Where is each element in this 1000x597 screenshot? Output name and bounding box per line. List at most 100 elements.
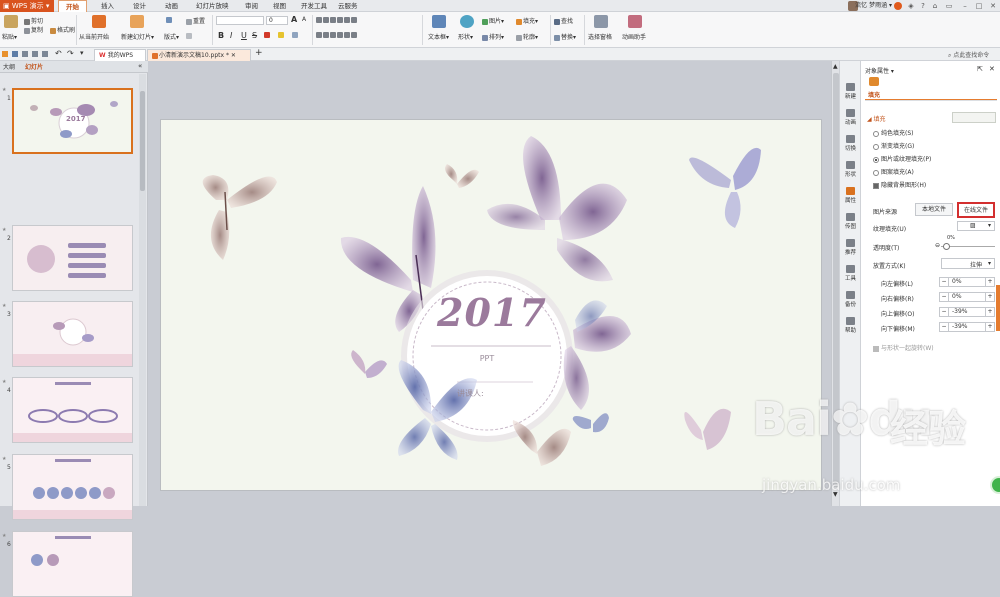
- rotate-with-shape-checkbox[interactable]: 与形状一起旋转(W): [873, 343, 934, 352]
- strip-animation[interactable]: 动画: [840, 109, 861, 126]
- radio-pattern[interactable]: [873, 169, 879, 176]
- strip-shape[interactable]: 形状: [840, 161, 861, 178]
- minimize-icon[interactable]: –: [960, 1, 970, 11]
- hide-bg-checkbox[interactable]: 隐藏背景图形(H): [873, 180, 926, 189]
- tab-outline[interactable]: 大纲: [0, 62, 18, 73]
- tab-review[interactable]: 审阅: [245, 0, 258, 12]
- notify-icon[interactable]: [894, 2, 902, 10]
- print-icon[interactable]: [22, 51, 28, 57]
- paste-button[interactable]: 粘贴▾: [2, 32, 17, 41]
- slide-thumb[interactable]: [12, 377, 133, 443]
- tab-animation[interactable]: 动画: [165, 0, 178, 12]
- underline-button[interactable]: U: [241, 31, 247, 40]
- slide-subtitle[interactable]: PPT: [437, 354, 537, 363]
- tab-my-wps[interactable]: W 我的WPS: [94, 49, 146, 61]
- strip-help[interactable]: 帮助: [840, 317, 861, 334]
- find-button[interactable]: 查找: [554, 16, 573, 25]
- select-pane-button[interactable]: 选择窗格: [588, 32, 612, 41]
- option-solid[interactable]: 纯色填充(S): [873, 128, 914, 137]
- clear-format-icon[interactable]: [292, 31, 299, 38]
- shrink-font-button[interactable]: A: [302, 16, 306, 23]
- tab-document[interactable]: 小清新演示文稿10.pptx * ✕: [147, 49, 251, 61]
- option-pattern[interactable]: 图案填充(A): [873, 167, 914, 176]
- tab-cloud[interactable]: 云服务: [338, 0, 358, 12]
- fill-button[interactable]: 填充▾: [516, 16, 538, 25]
- open-icon[interactable]: [2, 51, 8, 57]
- tab-home[interactable]: 开始: [58, 0, 87, 12]
- new-slide-button[interactable]: 新建幻灯片▾: [121, 32, 154, 41]
- slide-thumb[interactable]: [12, 301, 133, 367]
- offset-up-spinner[interactable]: − -39% +: [939, 307, 995, 317]
- strip-transition[interactable]: 切换: [840, 135, 861, 152]
- offset-right-spinner[interactable]: −0% +: [939, 292, 995, 302]
- font-color-icon[interactable]: [264, 31, 271, 38]
- export-icon[interactable]: [42, 51, 48, 57]
- transparency-slider-thumb[interactable]: [943, 243, 950, 250]
- search-command[interactable]: ⌕ 点此查找命令: [948, 50, 989, 60]
- tab-slideshow[interactable]: 幻灯片放映: [196, 0, 229, 12]
- radio-solid[interactable]: [873, 130, 879, 137]
- arrange-button[interactable]: 排列▾: [482, 32, 504, 41]
- tab-fill[interactable]: 填充: [868, 90, 880, 99]
- animation-assistant-button[interactable]: 动画助手: [622, 32, 646, 41]
- close-pane-icon[interactable]: ✕: [989, 65, 995, 73]
- transparency-minus-icon[interactable]: ⊖: [935, 242, 940, 249]
- replace-button[interactable]: 替换▾: [554, 32, 576, 41]
- pane-handle[interactable]: [996, 285, 1000, 331]
- option-gradient[interactable]: 渐变填充(G): [873, 141, 914, 150]
- text-box-button[interactable]: 文本框▾: [428, 32, 449, 41]
- font-name-select[interactable]: [216, 16, 264, 25]
- radio-gradient[interactable]: [873, 143, 879, 150]
- layout-button[interactable]: 版式▾: [164, 32, 179, 41]
- close-tab-icon[interactable]: ✕: [231, 52, 236, 59]
- outline-button[interactable]: 轮廓▾: [516, 32, 538, 41]
- online-file-button[interactable]: 在线文件: [957, 202, 995, 218]
- bold-button[interactable]: B: [218, 31, 224, 40]
- slide-thumb[interactable]: [12, 531, 133, 597]
- strike-button[interactable]: S: [252, 31, 257, 40]
- customize-icon[interactable]: ▾: [80, 49, 84, 57]
- tab-insert[interactable]: 插入: [101, 0, 114, 12]
- undo-icon[interactable]: ↶: [55, 49, 62, 58]
- redo-icon[interactable]: ↷: [67, 49, 74, 58]
- texture-select[interactable]: ▨ ▾: [957, 221, 995, 231]
- close-icon[interactable]: ✕: [988, 1, 998, 11]
- slide-thumb[interactable]: [12, 225, 133, 291]
- copy-button[interactable]: 复制: [24, 25, 43, 34]
- tab-slides[interactable]: 幻灯片: [22, 62, 46, 73]
- slide-thumb[interactable]: 2017: [12, 88, 133, 154]
- checkbox-rotate[interactable]: [873, 345, 879, 352]
- bullets-icon[interactable]: [316, 16, 358, 23]
- help-icon[interactable]: ?: [918, 1, 928, 11]
- tab-design[interactable]: 设计: [133, 0, 146, 12]
- slide-thumb[interactable]: [12, 454, 133, 520]
- checkbox-hide-bg[interactable]: [873, 182, 879, 189]
- tab-view[interactable]: 视图: [273, 0, 286, 12]
- save-icon[interactable]: [12, 51, 18, 57]
- strip-new[interactable]: 新建: [840, 83, 861, 100]
- placement-select[interactable]: 拉伸 ▾: [941, 258, 995, 269]
- shape-button[interactable]: 形状▾: [458, 32, 473, 41]
- radio-picture[interactable]: [873, 156, 879, 163]
- italic-button[interactable]: I: [230, 31, 232, 40]
- pane-title[interactable]: 对象属性 ▾: [865, 66, 894, 75]
- scroll-up-icon[interactable]: ▲: [833, 63, 838, 70]
- app-menu-button[interactable]: ▣ WPS 演示 ▾: [0, 0, 54, 12]
- pin-pane-icon[interactable]: ⇱: [977, 65, 983, 73]
- pane-scroll-thumb[interactable]: [140, 91, 145, 191]
- highlight-icon[interactable]: [278, 31, 285, 38]
- slide-canvas[interactable]: 2017 PPT 讲课人:: [160, 119, 822, 491]
- reset-button[interactable]: 重置: [186, 16, 205, 25]
- fill-section-header[interactable]: ◢ 填充: [867, 114, 886, 123]
- skin-icon[interactable]: ◈: [906, 1, 916, 11]
- strip-tools[interactable]: 工具: [840, 265, 861, 282]
- strip-upload-image[interactable]: 传图: [840, 213, 861, 230]
- add-tab-icon[interactable]: +: [255, 48, 263, 58]
- from-current-button[interactable]: 从当前开始: [79, 32, 109, 41]
- strip-backup[interactable]: 备份: [840, 291, 861, 308]
- slide-presenter[interactable]: 讲课人:: [457, 388, 517, 399]
- collapse-pane-icon[interactable]: «: [138, 62, 142, 70]
- local-file-button[interactable]: 本地文件: [915, 203, 953, 216]
- offset-left-spinner[interactable]: −0% +: [939, 277, 995, 287]
- slide-title[interactable]: 2017: [437, 290, 546, 335]
